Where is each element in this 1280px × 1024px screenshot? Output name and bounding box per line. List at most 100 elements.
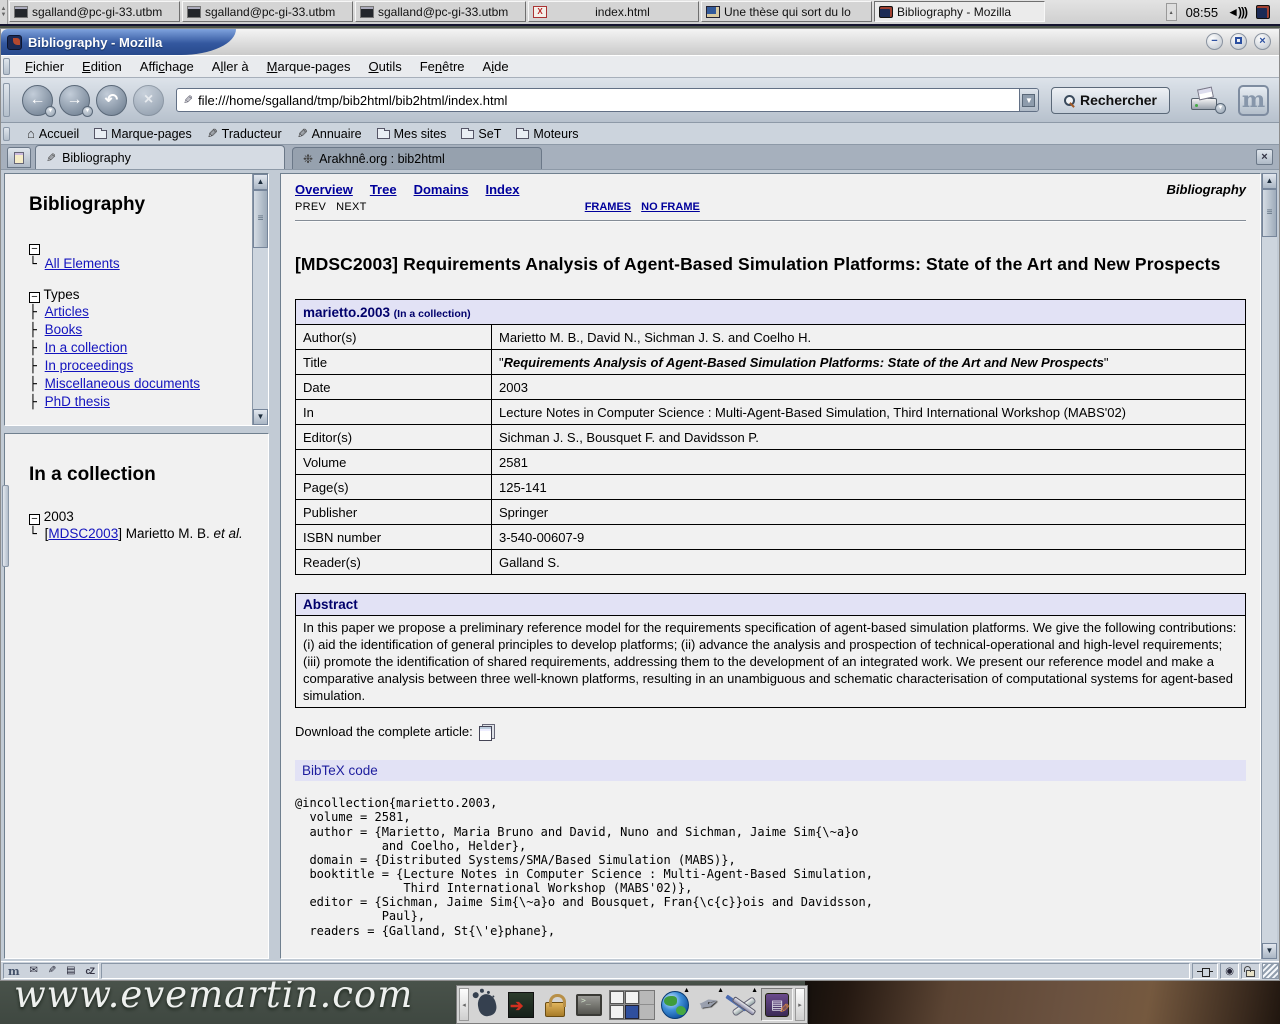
personal-toolbar-item-messites[interactable]: Mes sites (377, 127, 447, 141)
collapse-box-icon[interactable]: − (29, 514, 40, 525)
volume-icon[interactable]: ◄))) (1227, 5, 1247, 19)
scroll-up-icon[interactable]: ▲ (253, 174, 268, 190)
tab-arakhnorgbib2html[interactable]: ❉Arakhnê.org : bib2html (292, 147, 542, 169)
personal-toolbar-item-accueil[interactable]: ⌂Accueil (27, 127, 79, 141)
sidebar-link-articles[interactable]: Articles (45, 304, 89, 319)
menu-marquepages[interactable]: Marque-pages (258, 57, 360, 76)
menubar-grippy[interactable] (3, 58, 10, 75)
taskbar-drag-handle[interactable]: ▲▼ (0, 0, 8, 24)
sidebar-entry-link[interactable]: MDSC2003 (48, 526, 118, 541)
minimize-button[interactable]: − (1206, 33, 1223, 50)
frame-splitter-vertical[interactable] (269, 173, 280, 959)
browser-launcher[interactable]: ▲ (659, 988, 691, 1021)
sidebar-link-inproceedings[interactable]: In proceedings (45, 358, 134, 373)
search-button[interactable]: Rechercher (1051, 87, 1170, 114)
taskbar-window-button[interactable]: sgalland@pc-gi-33.utbm (9, 1, 180, 22)
personal-toolbar-item-marquepages[interactable]: Marque-pages (94, 127, 192, 141)
sidebar-link-books[interactable]: Books (45, 322, 83, 337)
tabbar-close-button[interactable]: × (1256, 149, 1273, 165)
menu-aller[interactable]: Aller à (203, 57, 258, 76)
forward-dropdown-icon[interactable]: ▼ (82, 106, 93, 117)
taskbar-window-button[interactable]: Une thèse qui sort du lo (701, 1, 872, 22)
tasklist-collapse-arrow[interactable]: ▴ (1166, 3, 1177, 21)
sidebar-link-all-elements[interactable]: All Elements (45, 256, 120, 271)
sidebar-link-phdthesis[interactable]: PhD thesis (45, 394, 110, 409)
new-tab-button[interactable] (7, 147, 31, 168)
navbar-grippy[interactable] (3, 83, 10, 117)
privacy-indicator[interactable]: ◉ (1220, 963, 1239, 979)
menu-outils[interactable]: Outils (359, 57, 410, 76)
main-scrollbar[interactable]: ▲ ▼ (1261, 173, 1277, 959)
logout-button[interactable] (505, 988, 537, 1021)
personal-toolbar-item-moteurs[interactable]: Moteurs (516, 127, 578, 141)
maximize-button[interactable] (1230, 33, 1247, 50)
panel-collapse-left-icon[interactable]: ◂ (459, 988, 469, 1021)
menu-affichage[interactable]: Affichage (131, 57, 203, 76)
workspace-pager[interactable] (607, 988, 657, 1021)
titlebar[interactable]: Bibliography - Mozilla − × (1, 29, 1279, 55)
menu-edition[interactable]: Edition (73, 57, 131, 76)
security-indicator[interactable] (1241, 963, 1260, 979)
sidebar-link-miscellaneousdocuments[interactable]: Miscellaneous documents (45, 376, 200, 391)
lock-screen-button[interactable] (539, 988, 571, 1021)
collapse-box-icon[interactable]: − (29, 292, 40, 303)
back-dropdown-icon[interactable]: ▼ (45, 106, 56, 117)
personal-toolbar-item-annuaire[interactable]: ✎Annuaire (297, 127, 362, 141)
menu-aide[interactable]: Aide (474, 57, 518, 76)
sidebar-link-inacollection[interactable]: In a collection (45, 340, 128, 355)
noframe-link[interactable]: NO FRAME (641, 201, 700, 213)
stop-button[interactable]: × (133, 85, 164, 116)
doc-nav-link-overview[interactable]: Overview (295, 182, 353, 197)
taskbar-window-button[interactable]: Bibliography - Mozilla (874, 1, 1045, 22)
scroll-down-icon[interactable]: ▼ (1262, 943, 1277, 959)
sidebar-scrollbar[interactable]: ▲ ▼ (252, 174, 268, 425)
sidebar-splitter-grippy[interactable] (2, 485, 9, 567)
scrollbar-thumb[interactable] (253, 190, 268, 248)
url-dropdown-button[interactable]: ▼ (1019, 89, 1038, 111)
reload-button[interactable]: ↶ (96, 85, 127, 116)
tab-bibliography[interactable]: ✎Bibliography (35, 145, 285, 169)
download-article-icon[interactable] (479, 724, 494, 739)
scroll-up-icon[interactable]: ▲ (1262, 173, 1277, 189)
editor-launcher[interactable] (761, 988, 793, 1021)
entry-row-value: Marietto M. B., David N., Sichman J. S. … (492, 325, 1246, 350)
tray-app-icon[interactable] (1256, 5, 1270, 19)
doc-nav-link-index[interactable]: Index (485, 182, 519, 197)
sidebar-type-item: ├ Books (29, 321, 252, 339)
print-button[interactable]: ▼ (1190, 88, 1220, 112)
sidebar-type-item: ├ PhD thesis (29, 393, 252, 411)
doc-nav-link-domains[interactable]: Domains (414, 182, 469, 197)
personal-toolbar-item-set[interactable]: SeT (461, 127, 501, 141)
scroll-down-icon[interactable]: ▼ (253, 409, 268, 425)
forward-button[interactable]: →▼ (59, 85, 90, 116)
chatzilla-icon[interactable]: cZ (85, 966, 94, 976)
url-input[interactable] (198, 93, 1014, 108)
taskbar-window-button[interactable]: sgalland@pc-gi-33.utbm (355, 1, 526, 22)
mail-icon[interactable]: ✉ (30, 966, 38, 976)
frames-link[interactable]: FRAMES (585, 201, 631, 213)
collapse-box-icon[interactable]: − (29, 244, 40, 255)
offline-indicator[interactable] (1192, 963, 1218, 979)
writer-launcher[interactable]: ✒▲ (693, 988, 725, 1021)
terminal-launcher[interactable] (573, 988, 605, 1021)
taskbar-window-button[interactable]: Xindex.html (528, 1, 699, 22)
window-resize-grip[interactable] (1262, 963, 1279, 979)
gnome-menu-button[interactable] (471, 988, 503, 1021)
close-button[interactable]: × (1254, 33, 1271, 50)
persbar-grippy[interactable] (3, 127, 10, 141)
tools-launcher[interactable]: ▲ (727, 988, 759, 1021)
composer-icon[interactable]: ✎ (48, 966, 56, 976)
frame-splitter-horizontal[interactable] (4, 426, 269, 433)
menu-fichier[interactable]: Fichier (16, 57, 73, 76)
panel-collapse-right-icon[interactable]: ▸ (795, 988, 805, 1021)
scrollbar-thumb[interactable] (1262, 189, 1277, 237)
menu-fentre[interactable]: Fenêtre (411, 57, 474, 76)
taskbar-window-button[interactable]: sgalland@pc-gi-33.utbm (182, 1, 353, 22)
back-button[interactable]: ←▼ (22, 85, 53, 116)
doc-nav-link-tree[interactable]: Tree (370, 182, 397, 197)
navigator-icon[interactable]: m (8, 965, 20, 978)
mozilla-logo-button[interactable]: m (1238, 85, 1269, 116)
print-dropdown-icon[interactable]: ▼ (1215, 103, 1226, 114)
personal-toolbar-item-traducteur[interactable]: ✎Traducteur (207, 127, 282, 141)
addressbook-icon[interactable]: ▤ (66, 966, 75, 976)
